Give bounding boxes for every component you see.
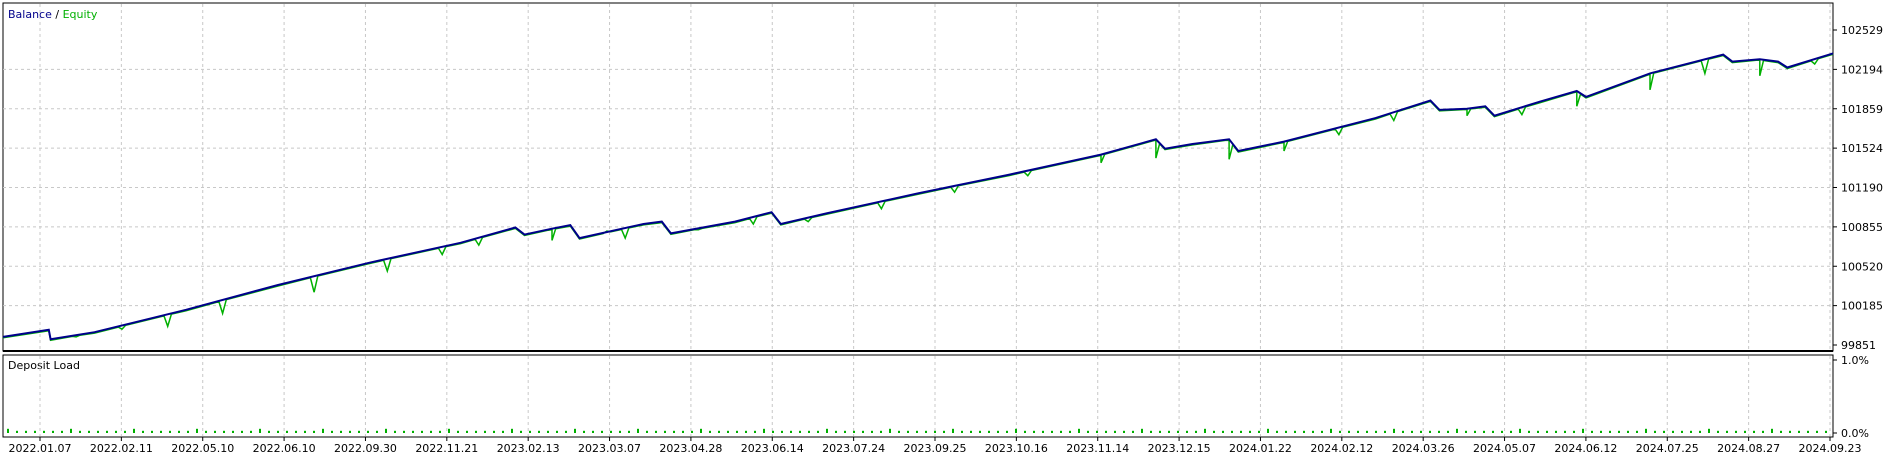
- legend-separator: /: [52, 8, 63, 21]
- x-tick-label: 2022.09.30: [334, 442, 397, 455]
- main-y-tick-label: 101859: [1841, 103, 1883, 116]
- deposit-load-label: Deposit Load: [8, 359, 80, 372]
- x-tick-label: 2022.01.07: [9, 442, 72, 455]
- main-y-tick-label: 102194: [1841, 63, 1883, 76]
- x-tick-label: 2022.11.21: [415, 442, 478, 455]
- main-y-tick-label: 101524: [1841, 142, 1883, 155]
- chart-canvas: 102529 102194 101859 101524 101190 100855 1005…: [0, 0, 1893, 457]
- main-y-tick-label: 100185: [1841, 300, 1883, 313]
- x-tick-label: 2024.05.07: [1473, 442, 1536, 455]
- x-tick-label: 2023.09.25: [904, 442, 967, 455]
- deposit-y-tick-label: 1.0%: [1841, 354, 1869, 367]
- legend-balance: Balance: [8, 8, 52, 21]
- x-tick-label: 2023.12.15: [1148, 442, 1211, 455]
- main-y-tick-label: 102529: [1841, 24, 1883, 37]
- x-tick-label: 2024.02.12: [1310, 442, 1373, 455]
- deposit-y-tick-label: 0.0%: [1841, 427, 1869, 440]
- main-y-tick-label: 99851: [1841, 339, 1876, 352]
- legend-equity: Equity: [63, 8, 98, 21]
- chart-legend: Balance / Equity: [8, 8, 98, 21]
- main-y-tick-label: 100520: [1841, 260, 1883, 273]
- x-tick-label: 2023.07.24: [822, 442, 885, 455]
- x-tick-label: 2024.08.27: [1717, 442, 1780, 455]
- x-tick-label: 2022.05.10: [171, 442, 234, 455]
- x-tick-label: 2023.10.16: [985, 442, 1048, 455]
- x-tick-label: 2024.03.26: [1392, 442, 1455, 455]
- x-tick-label: 2023.06.14: [741, 442, 804, 455]
- x-tick-label: 2024.01.22: [1229, 442, 1292, 455]
- main-y-tick-label: 100855: [1841, 221, 1883, 234]
- x-tick-label: 2023.04.28: [659, 442, 722, 455]
- x-tick-label: 2024.07.25: [1636, 442, 1699, 455]
- balance-equity-chart: 102529 102194 101859 101524 101190 100855 1005…: [0, 0, 1893, 457]
- x-tick-label: 2024.09.23: [1799, 442, 1862, 455]
- main-y-axis: 102529 102194 101859 101524 101190 100855 1005…: [1833, 24, 1883, 352]
- x-tick-label: 2024.06.12: [1554, 442, 1617, 455]
- x-tick-label: 2023.11.14: [1066, 442, 1129, 455]
- x-tick-label: 2022.06.10: [253, 442, 316, 455]
- main-y-tick-label: 101190: [1841, 182, 1883, 195]
- x-tick-label: 2023.02.13: [497, 442, 560, 455]
- x-tick-label: 2022.02.11: [90, 442, 153, 455]
- x-tick-label: 2023.03.07: [578, 442, 641, 455]
